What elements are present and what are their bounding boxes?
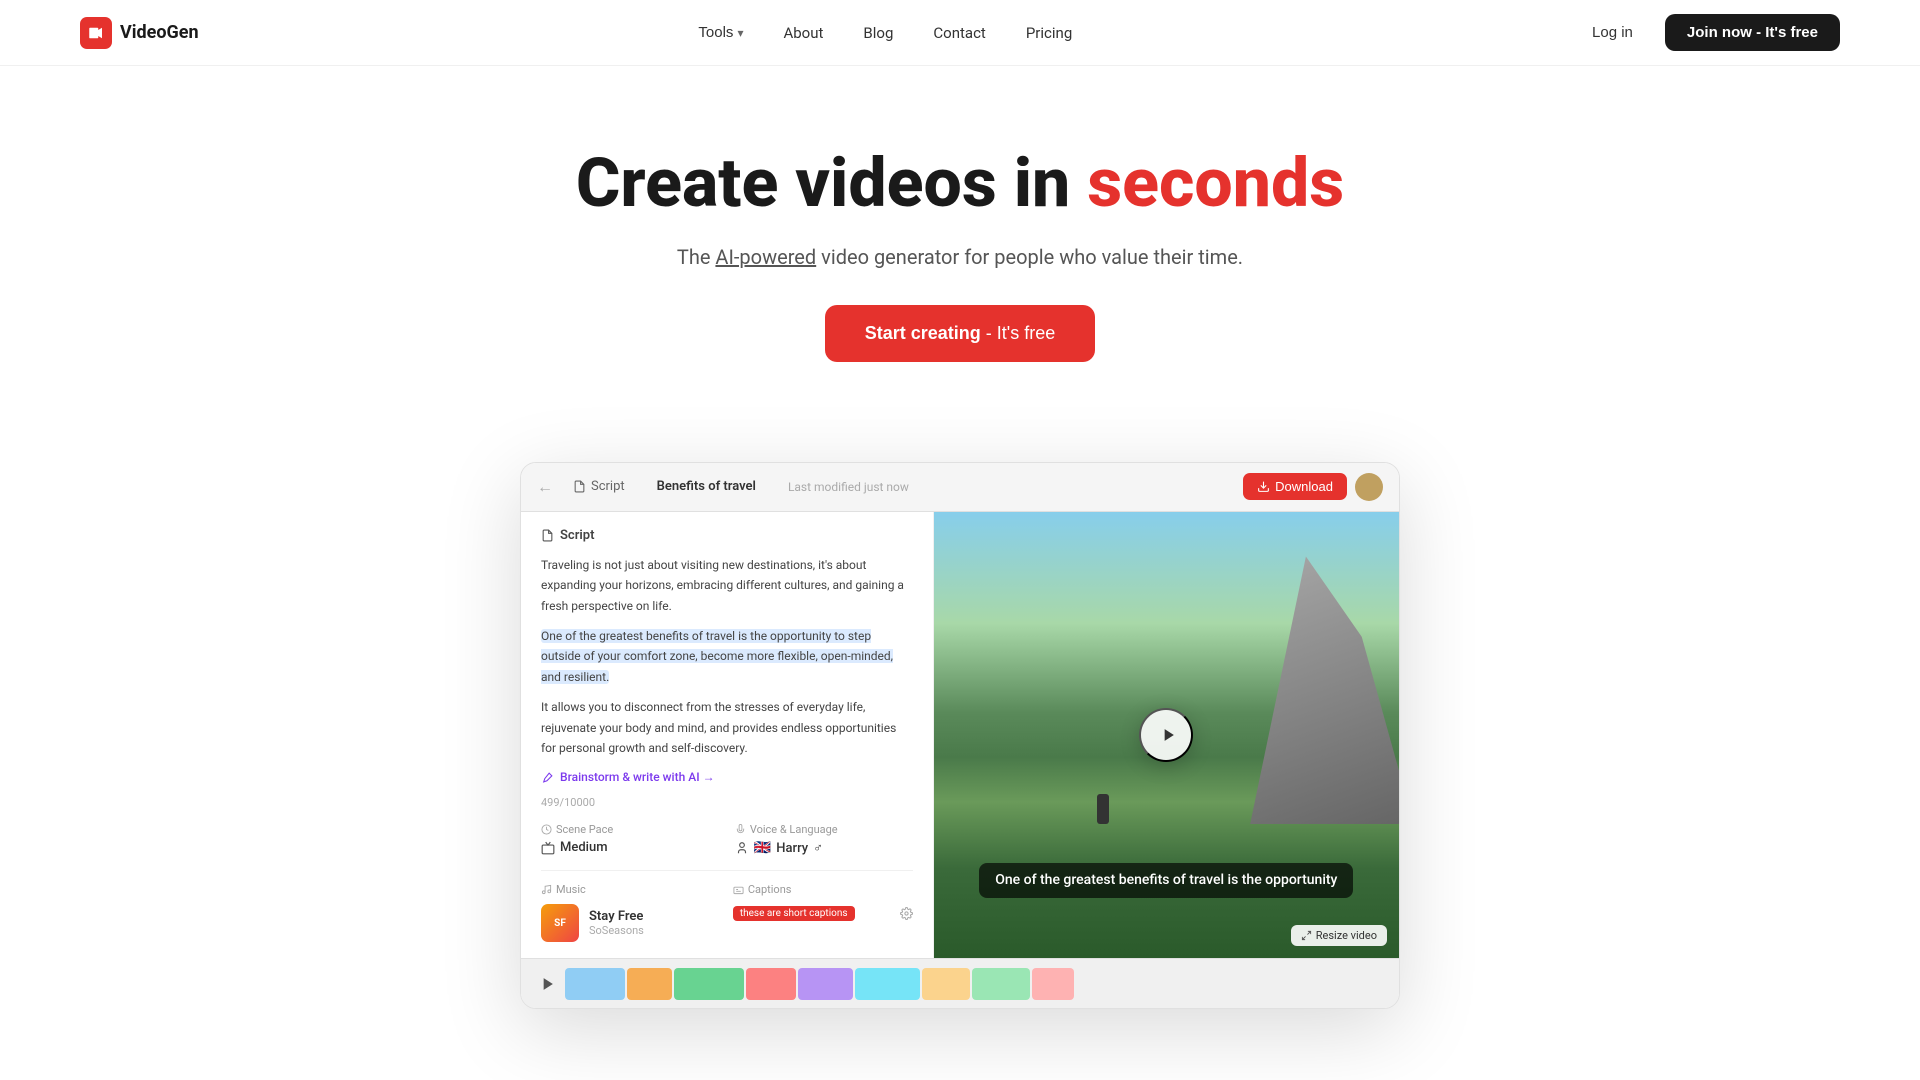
script-section-label: Script — [541, 528, 913, 543]
titlebar-tabs: Script Benefits of travel Last modified … — [565, 475, 909, 498]
hero-section: Create videos in seconds The AI-powered … — [0, 66, 1920, 422]
music-title: Stay Free — [589, 909, 644, 924]
play-icon — [1158, 725, 1178, 745]
chevron-down-icon — [737, 24, 743, 41]
timeline-clip[interactable] — [674, 968, 744, 1000]
nav-tools[interactable]: Tools — [682, 16, 759, 49]
project-tab[interactable]: Benefits of travel — [649, 475, 764, 498]
timeline-clip[interactable] — [565, 968, 625, 1000]
voice-language-label: Voice & Language — [735, 823, 913, 836]
script-paragraph-1: Traveling is not just about visiting new… — [541, 555, 913, 616]
music-section: Music SF Stay Free SoSeasons — [541, 870, 913, 942]
timeline-clip[interactable] — [746, 968, 796, 1000]
timeline-clip[interactable] — [627, 968, 672, 1000]
download-icon — [1257, 480, 1270, 493]
nav-pricing[interactable]: Pricing — [1010, 16, 1088, 50]
script-icon — [541, 529, 554, 542]
music-row[interactable]: SF Stay Free SoSeasons — [541, 904, 721, 942]
char-count: 499/10000 — [541, 796, 913, 809]
logo[interactable]: VideoGen — [80, 17, 199, 49]
navbar: VideoGen Tools About Blog Contact Pricin… — [0, 0, 1920, 66]
captions-icon — [733, 884, 744, 895]
settings-grid: Scene Pace Medium Voice & Language — [541, 823, 913, 856]
film-icon — [541, 841, 555, 855]
brand-name: VideoGen — [120, 22, 199, 43]
app-preview: ← Script Benefits of travel Last modifie… — [520, 462, 1400, 1010]
voice-language-setting: Voice & Language 🇬🇧 Harry ♂ — [735, 823, 913, 856]
video-frame: One of the greatest benefits of travel i… — [934, 512, 1399, 959]
video-icon — [87, 24, 105, 42]
music-icon — [541, 884, 552, 895]
wand-icon — [541, 771, 554, 784]
timeline-clip[interactable] — [798, 968, 853, 1000]
user-avatar — [1355, 473, 1383, 501]
settings-icon[interactable] — [900, 907, 913, 920]
resize-icon — [1301, 930, 1312, 941]
script-paragraph-3: It allows you to disconnect from the str… — [541, 697, 913, 758]
app-body: Script Traveling is not just about visit… — [521, 512, 1399, 959]
video-panel: One of the greatest benefits of travel i… — [934, 512, 1399, 959]
timeline-clip[interactable] — [972, 968, 1030, 1000]
nav-contact[interactable]: Contact — [917, 16, 1001, 50]
person-icon — [735, 841, 749, 855]
play-button[interactable] — [1139, 708, 1193, 762]
resize-video-button[interactable]: Resize video — [1291, 925, 1387, 946]
download-button[interactable]: Download — [1243, 473, 1347, 500]
logo-icon — [80, 17, 112, 49]
left-panel: Script Traveling is not just about visit… — [521, 512, 934, 959]
captions-row: these are short captions — [733, 906, 913, 921]
timeline-track — [565, 968, 1383, 1000]
pace-icon — [541, 824, 552, 835]
video-caption: One of the greatest benefits of travel i… — [934, 863, 1399, 899]
app-titlebar: ← Script Benefits of travel Last modifie… — [521, 463, 1399, 512]
music-thumbnail: SF — [541, 904, 579, 942]
login-button[interactable]: Log in — [1572, 16, 1653, 49]
titlebar-actions: Download — [1243, 473, 1383, 501]
captions-setting: Captions these are short captions — [733, 883, 913, 921]
captions-badge[interactable]: these are short captions — [733, 906, 855, 921]
timeline — [521, 958, 1399, 1008]
nav-blog[interactable]: Blog — [847, 16, 909, 50]
voice-icon — [735, 824, 746, 835]
document-icon — [573, 480, 586, 493]
scene-pace-label: Scene Pace — [541, 823, 719, 836]
music-artist: SoSeasons — [589, 924, 644, 937]
timeline-clip[interactable] — [855, 968, 920, 1000]
timeline-play-icon[interactable] — [537, 974, 557, 994]
cta-button[interactable]: Start creating - It's free — [825, 305, 1096, 362]
brainstorm-button[interactable]: Brainstorm & write with AI → — [541, 770, 913, 784]
music-label: Music — [541, 883, 721, 896]
scene-pace-value[interactable]: Medium — [541, 840, 719, 855]
nav-links: Tools About Blog Contact Pricing — [682, 16, 1088, 50]
music-setting: Music SF Stay Free SoSeasons — [541, 883, 721, 942]
hero-title: Create videos in seconds — [20, 146, 1900, 221]
nav-actions: Log in Join now - It's free — [1572, 14, 1840, 51]
modified-timestamp: Last modified just now — [788, 480, 909, 494]
voice-value[interactable]: 🇬🇧 Harry ♂ — [735, 840, 913, 856]
timeline-clip[interactable] — [922, 968, 970, 1000]
ai-powered-link[interactable]: AI-powered — [715, 245, 816, 269]
timeline-clip[interactable] — [1032, 968, 1074, 1000]
join-button[interactable]: Join now - It's free — [1665, 14, 1840, 51]
script-tab-icon: Script — [565, 475, 633, 498]
hero-subtitle: The AI-powered video generator for peopl… — [20, 245, 1900, 269]
nav-about[interactable]: About — [767, 16, 839, 50]
back-icon[interactable]: ← — [537, 477, 553, 497]
captions-label: Captions — [733, 883, 913, 896]
script-paragraph-2: One of the greatest benefits of travel i… — [541, 626, 913, 687]
scene-pace-setting: Scene Pace Medium — [541, 823, 719, 856]
